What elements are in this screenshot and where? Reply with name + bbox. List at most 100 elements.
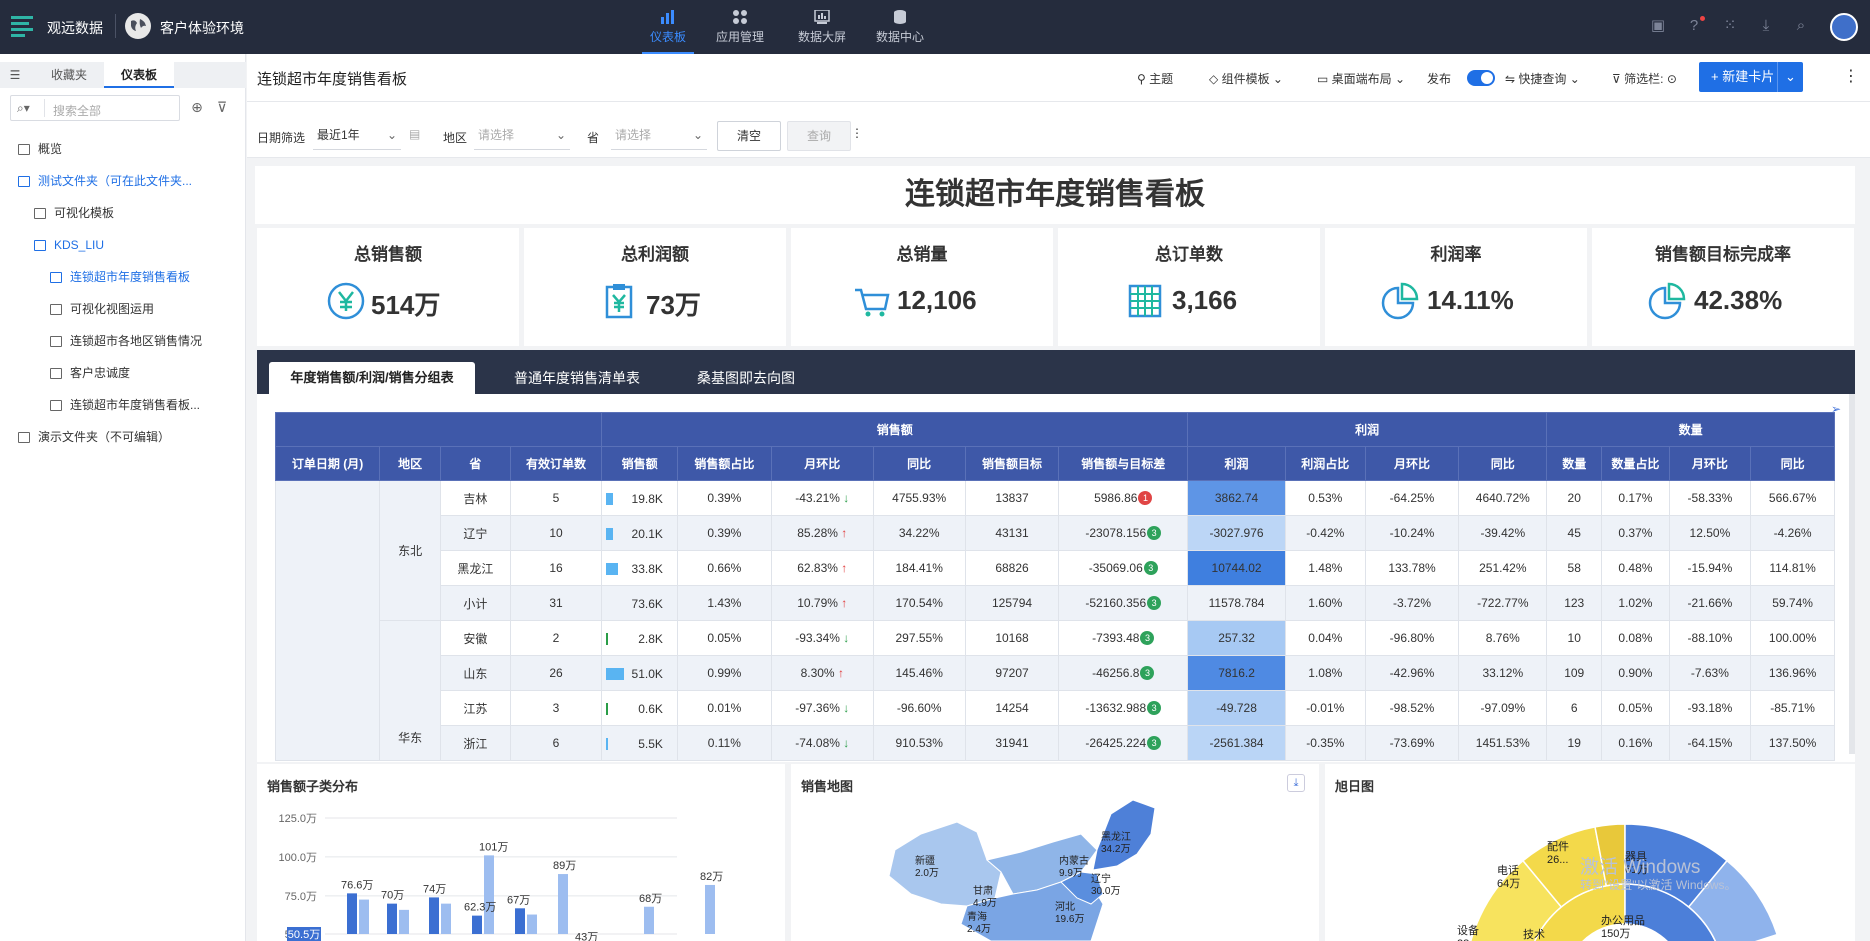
tree-item-test-folder[interactable]: 测试文件夹（可在此文件夹...: [0, 167, 246, 195]
table-row[interactable]: 黑龙江 16 33.8K 0.66% 62.83% ↑ 184.41% 68826 -3506…: [276, 550, 1835, 586]
search-icon[interactable]: ⌕: [1793, 18, 1809, 34]
tab-sales-profit-group-table[interactable]: 年度销售额/利润/销售分组表: [269, 362, 475, 394]
user-avatar[interactable]: [1830, 13, 1858, 41]
table-row[interactable]: 浙江 6 5.5K 0.11% -74.08% ↓ 910.53% 31941 -26425.…: [276, 725, 1835, 761]
kpi-card-total-sales[interactable]: 总销售额 514万: [257, 228, 519, 346]
col-header[interactable]: 地区: [379, 446, 442, 481]
app-logo-icon[interactable]: [8, 11, 38, 41]
more-vertical-icon[interactable]: ⋮: [1843, 66, 1859, 86]
table-row[interactable]: 小计 31 73.6K 1.43% 10.79% ↑ 170.54% 125794 -5216…: [276, 585, 1835, 621]
tree-item-kds-liu[interactable]: KDS_LIU: [0, 231, 246, 259]
vertical-scrollbar[interactable]: [1849, 394, 1855, 754]
col-header[interactable]: 月环比: [1364, 446, 1460, 481]
col-header[interactable]: 利润: [1187, 446, 1287, 481]
download-icon[interactable]: ⤓: [1758, 18, 1774, 34]
cell-sales: 51.0K: [601, 655, 678, 691]
bar[interactable]: [515, 908, 525, 934]
window-icon[interactable]: ▣: [1650, 18, 1666, 34]
add-icon[interactable]: ⊕: [188, 98, 206, 116]
apps-dots-icon[interactable]: ⁙: [1722, 18, 1738, 34]
tree-item-regional-sales[interactable]: 连锁超市各地区销售情况: [0, 327, 246, 355]
calendar-icon[interactable]: ▤: [409, 127, 420, 141]
bar[interactable]: [484, 855, 494, 934]
download-icon[interactable]: ⤓: [1287, 774, 1305, 792]
tree-item-annual-sales-board[interactable]: 连锁超市年度销售看板: [0, 263, 246, 291]
bar[interactable]: [472, 915, 482, 934]
bar[interactable]: [399, 909, 409, 934]
filter-icon[interactable]: ⊽: [213, 98, 231, 116]
help-icon[interactable]: ?: [1686, 16, 1705, 34]
region-filter-select[interactable]: 请选择 ⌄: [474, 120, 570, 150]
tree-item-vis-view[interactable]: 可视化视图运用: [0, 295, 246, 323]
date-filter-select[interactable]: 最近1年 ⌄: [313, 120, 401, 150]
table-row[interactable]: 江苏 3 0.6K 0.01% -97.36% ↓ -96.60% 14254 -13632.…: [276, 690, 1835, 726]
china-sales-map[interactable]: 新疆2.0万甘肃4.9万青海2.4万 内蒙古9.9万辽宁30.0万 黑龙江34.2万…: [791, 794, 1319, 941]
environment-name[interactable]: 客户体验环境: [160, 18, 244, 38]
table-row[interactable]: 东北 吉林 5 19.8K 0.39% -43.21% ↓ 4755.93% 13837 598…: [275, 480, 1835, 761]
col-header[interactable]: 销售额目标: [964, 446, 1060, 481]
kpi-card-total-quantity[interactable]: 总销量 12,106: [791, 228, 1053, 346]
tab-sankey[interactable]: 桑基图即去向图: [671, 362, 821, 394]
bar[interactable]: [347, 893, 357, 934]
bar[interactable]: [429, 897, 439, 934]
table-row[interactable]: 华东 安徽 2 2.8K 0.05% -93.34% ↓ 297.55% 10168 -7393…: [276, 620, 1835, 761]
bar[interactable]: [644, 906, 654, 934]
tab-annual-sales-list[interactable]: 普通年度销售清单表: [497, 362, 657, 394]
bar[interactable]: [705, 884, 715, 934]
province-filter-select[interactable]: 请选择 ⌄: [611, 120, 707, 150]
tab-dashboards[interactable]: 仪表板: [104, 62, 174, 88]
kpi-card-profit-rate[interactable]: 利润率 14.11%: [1325, 228, 1587, 346]
tab-favorites[interactable]: 收藏夹: [36, 62, 102, 88]
col-header[interactable]: 同比: [1750, 446, 1835, 481]
query-button[interactable]: 查询: [787, 121, 851, 151]
col-header[interactable]: 同比: [872, 446, 966, 481]
sidebar-collapse-icon[interactable]: ☰: [0, 62, 30, 88]
bar[interactable]: [558, 874, 568, 934]
col-header[interactable]: 数量占比: [1601, 446, 1670, 481]
cell-qty-yoy: 137.50%: [1750, 725, 1835, 761]
table-row[interactable]: 山东 26 51.0K 0.99% 8.30% ↑ 145.46% 97207 -46256.…: [276, 655, 1835, 691]
filter-bar-button[interactable]: ⊽ 筛选栏: ⊙: [1612, 70, 1677, 87]
publish-toggle[interactable]: [1467, 70, 1495, 86]
bar[interactable]: [441, 903, 451, 934]
col-header[interactable]: 利润占比: [1285, 446, 1366, 481]
layout-button[interactable]: ▭ 桌面端布局 ⌄: [1317, 70, 1405, 87]
clear-button[interactable]: 清空: [717, 121, 781, 151]
theme-button[interactable]: ⚲ 主题: [1137, 70, 1173, 87]
subcategory-bar-chart[interactable]: 125.0万 100.0万 75.0万 50.5万 76.6万 70万 74万 62.3万 67…: [257, 794, 785, 941]
nav-data-center[interactable]: 数据中心: [864, 8, 936, 52]
tree-item-vis-template[interactable]: 可视化模板: [0, 199, 246, 227]
region-filter-placeholder: 请选择: [478, 128, 515, 142]
col-header[interactable]: 有效订单数: [509, 446, 603, 481]
cell-qty-share: 0.48%: [1601, 550, 1670, 586]
kpi-card-total-profit[interactable]: 总利润额 73万: [524, 228, 786, 346]
quick-query-button[interactable]: ⇋ 快捷查询 ⌄: [1505, 70, 1580, 87]
col-header[interactable]: 月环比: [1668, 446, 1752, 481]
more-vertical-icon[interactable]: ⋮: [851, 126, 863, 140]
col-header[interactable]: 月环比: [770, 446, 874, 481]
bar[interactable]: [359, 899, 369, 934]
col-header[interactable]: 销售额与目标差: [1058, 446, 1189, 481]
chevron-down-icon[interactable]: ⌄: [1777, 62, 1803, 92]
tree-item-customer-loyalty[interactable]: 客户忠诚度: [0, 359, 246, 387]
component-template-button[interactable]: ◇ 组件模板 ⌄: [1209, 70, 1283, 87]
kpi-card-target-completion[interactable]: 销售额目标完成率 42.38%: [1592, 228, 1854, 346]
col-header[interactable]: 销售额: [601, 446, 678, 481]
search-input[interactable]: ⌕▾ 搜索全部: [10, 95, 180, 121]
kpi-card-total-orders[interactable]: 总订单数 3,166: [1058, 228, 1320, 346]
bar[interactable]: [527, 914, 537, 934]
col-header[interactable]: 数量: [1546, 446, 1603, 481]
col-header[interactable]: 销售额占比: [676, 446, 772, 481]
nav-dashboard[interactable]: 仪表板: [632, 8, 704, 54]
new-card-button[interactable]: + 新建卡片 ⌄: [1699, 62, 1803, 92]
col-header[interactable]: 省: [440, 446, 511, 481]
bar[interactable]: [387, 903, 397, 934]
nav-data-screen[interactable]: 数据大屏: [786, 8, 858, 52]
tree-item-overview[interactable]: 概览: [0, 135, 246, 163]
col-header[interactable]: 同比: [1458, 446, 1548, 481]
table-row[interactable]: 辽宁 10 20.1K 0.39% 85.28% ↑ 34.22% 43131 -23078.…: [276, 515, 1835, 551]
tree-item-demo-folder[interactable]: 演示文件夹（不可编辑）: [0, 423, 246, 451]
col-header[interactable]: 订单日期 (月): [275, 446, 381, 481]
tree-item-annual-sales-board-copy[interactable]: 连锁超市年度销售看板...: [0, 391, 246, 419]
nav-app-management[interactable]: 应用管理: [704, 8, 776, 52]
